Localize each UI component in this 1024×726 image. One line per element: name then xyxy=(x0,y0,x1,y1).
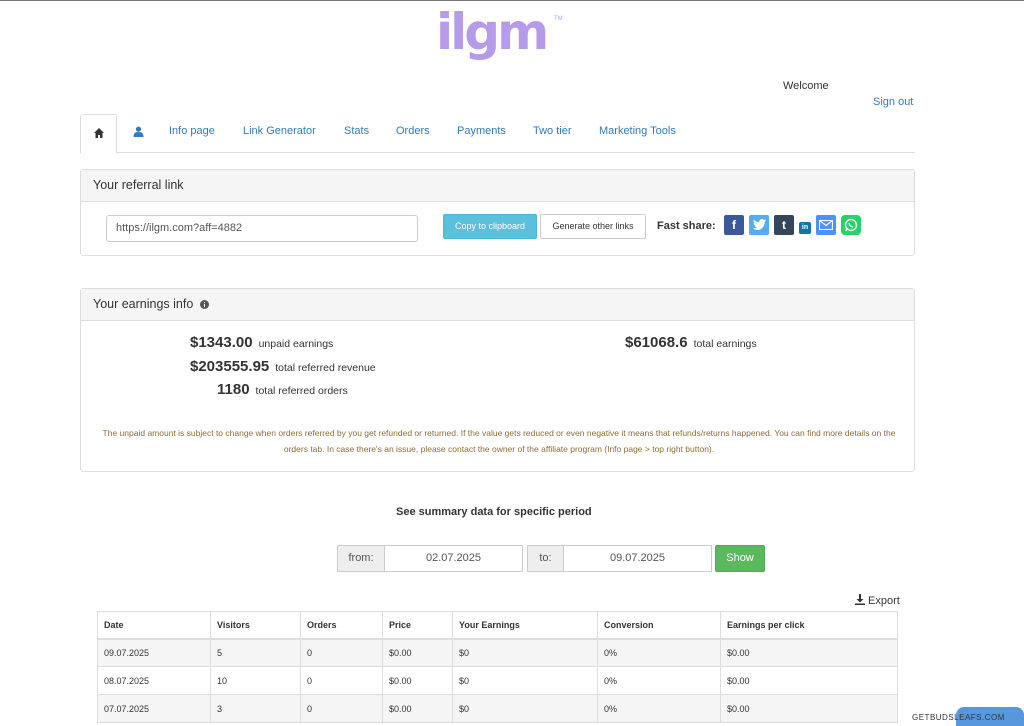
cell-conversion: 0% xyxy=(597,638,721,667)
unpaid-earnings-value: $1343.00 xyxy=(190,334,253,351)
cell-your-earnings: $0 xyxy=(452,638,598,667)
cell-visitors: 3 xyxy=(210,694,301,723)
to-label: to: xyxy=(527,545,564,572)
cell-price: $0.00 xyxy=(382,638,453,667)
referred-orders-row: 1180 total referred orders xyxy=(217,381,348,398)
tab-stats[interactable]: Stats xyxy=(344,114,369,153)
cell-orders: 0 xyxy=(300,694,383,723)
fast-share-label: Fast share: xyxy=(657,220,716,232)
total-earnings-value: $61068.6 xyxy=(625,334,688,351)
watermark: GETBUDSLEAFS.COM xyxy=(912,713,1005,722)
cell-orders: 0 xyxy=(300,638,383,667)
referral-panel-title: Your referral link xyxy=(81,170,914,202)
tab-payments[interactable]: Payments xyxy=(457,114,506,153)
tab-info-page[interactable]: Info page xyxy=(169,114,215,153)
sign-out-link[interactable]: Sign out xyxy=(873,96,913,108)
total-earnings-label: total earnings xyxy=(693,338,757,350)
stats-table: Date Visitors Orders Price Your Earnings… xyxy=(97,611,898,723)
cell-price: $0.00 xyxy=(382,694,453,723)
referred-orders-value: 1180 xyxy=(217,381,250,398)
tab-marketing-tools[interactable]: Marketing Tools xyxy=(599,114,676,153)
cell-earnings-per-click: $0.00 xyxy=(720,638,898,667)
col-orders[interactable]: Orders xyxy=(300,611,383,640)
whatsapp-icon[interactable] xyxy=(841,215,861,235)
cell-your-earnings: $0 xyxy=(452,694,598,723)
tumblr-icon[interactable]: t xyxy=(774,215,794,235)
referral-link-panel: Your referral link https://ilgm.com?aff=… xyxy=(80,169,915,256)
cell-conversion: 0% xyxy=(597,666,721,695)
logo-text: ilgm xyxy=(436,3,549,61)
referred-revenue-label: total referred revenue xyxy=(275,362,376,374)
cell-date: 09.07.2025 xyxy=(97,638,211,667)
facebook-icon[interactable]: f xyxy=(724,215,744,235)
col-visitors[interactable]: Visitors xyxy=(210,611,301,640)
cell-date: 08.07.2025 xyxy=(97,666,211,695)
cell-visitors: 10 xyxy=(210,666,301,695)
copy-to-clipboard-button[interactable]: Copy to clipboard xyxy=(443,214,537,239)
unpaid-earnings-label: unpaid earnings xyxy=(258,338,334,350)
cell-orders: 0 xyxy=(300,666,383,695)
earnings-panel-title: Your earnings info xyxy=(81,289,914,321)
user-icon xyxy=(133,126,143,137)
referred-revenue-row: $203555.95 total referred revenue xyxy=(190,358,376,375)
to-date-input[interactable]: 09.07.2025 xyxy=(563,545,712,572)
show-button[interactable]: Show xyxy=(715,545,765,572)
generate-other-links-button[interactable]: Generate other links xyxy=(540,214,646,239)
referred-orders-label: total referred orders xyxy=(255,385,348,397)
earnings-info-panel: Your earnings info $1343.00 unpaid earnin… xyxy=(80,288,915,472)
twitter-icon[interactable] xyxy=(749,215,769,235)
ilgm-logo[interactable]: ilgm TM xyxy=(436,2,563,74)
cell-conversion: 0% xyxy=(597,694,721,723)
cell-date: 07.07.2025 xyxy=(97,694,211,723)
col-earnings-per-click[interactable]: Earnings per click xyxy=(720,611,898,640)
earnings-title-text: Your earnings info xyxy=(93,297,194,311)
col-your-earnings[interactable]: Your Earnings xyxy=(452,611,598,640)
email-icon[interactable] xyxy=(816,215,836,235)
main-nav-tabs: Info page Link Generator Stats Orders Pa… xyxy=(80,114,915,154)
table-header-row: Date Visitors Orders Price Your Earnings… xyxy=(97,611,898,640)
unpaid-earnings-row: $1343.00 unpaid earnings xyxy=(190,334,333,351)
logo-trademark: TM xyxy=(554,16,563,22)
cell-earnings-per-click: $0.00 xyxy=(720,694,898,723)
table-row: 07.07.2025 3 0 $0.00 $0 0% $0.00 xyxy=(97,694,898,723)
tab-two-tier[interactable]: Two tier xyxy=(533,114,572,153)
info-icon[interactable] xyxy=(199,300,209,309)
referral-link-input[interactable]: https://ilgm.com?aff=4882 xyxy=(106,215,418,242)
welcome-text: Welcome xyxy=(783,80,829,92)
col-date[interactable]: Date xyxy=(97,611,211,640)
download-icon xyxy=(855,594,865,605)
linkedin-icon[interactable]: in xyxy=(799,222,811,234)
from-label: from: xyxy=(337,545,385,572)
unpaid-amount-note: The unpaid amount is subject to change w… xyxy=(102,428,896,454)
export-label: Export xyxy=(868,595,900,607)
cell-price: $0.00 xyxy=(382,666,453,695)
col-conversion[interactable]: Conversion xyxy=(597,611,721,640)
tab-orders[interactable]: Orders xyxy=(396,114,430,153)
period-title: See summary data for specific period xyxy=(396,506,592,518)
cell-visitors: 5 xyxy=(210,638,301,667)
export-button[interactable]: Export xyxy=(855,594,900,607)
cell-your-earnings: $0 xyxy=(452,666,598,695)
table-row: 08.07.2025 10 0 $0.00 $0 0% $0.00 xyxy=(97,666,898,695)
tab-profile[interactable] xyxy=(129,114,147,153)
table-row: 09.07.2025 5 0 $0.00 $0 0% $0.00 xyxy=(97,638,898,667)
col-price[interactable]: Price xyxy=(382,611,453,640)
total-earnings-row: $61068.6 total earnings xyxy=(625,334,757,351)
tab-home[interactable] xyxy=(80,114,117,154)
home-icon xyxy=(93,128,104,138)
cell-earnings-per-click: $0.00 xyxy=(720,666,898,695)
referred-revenue-value: $203555.95 xyxy=(190,358,270,375)
tab-link-generator[interactable]: Link Generator xyxy=(243,114,316,153)
top-border xyxy=(0,0,1024,1)
from-date-input[interactable]: 02.07.2025 xyxy=(384,545,523,572)
